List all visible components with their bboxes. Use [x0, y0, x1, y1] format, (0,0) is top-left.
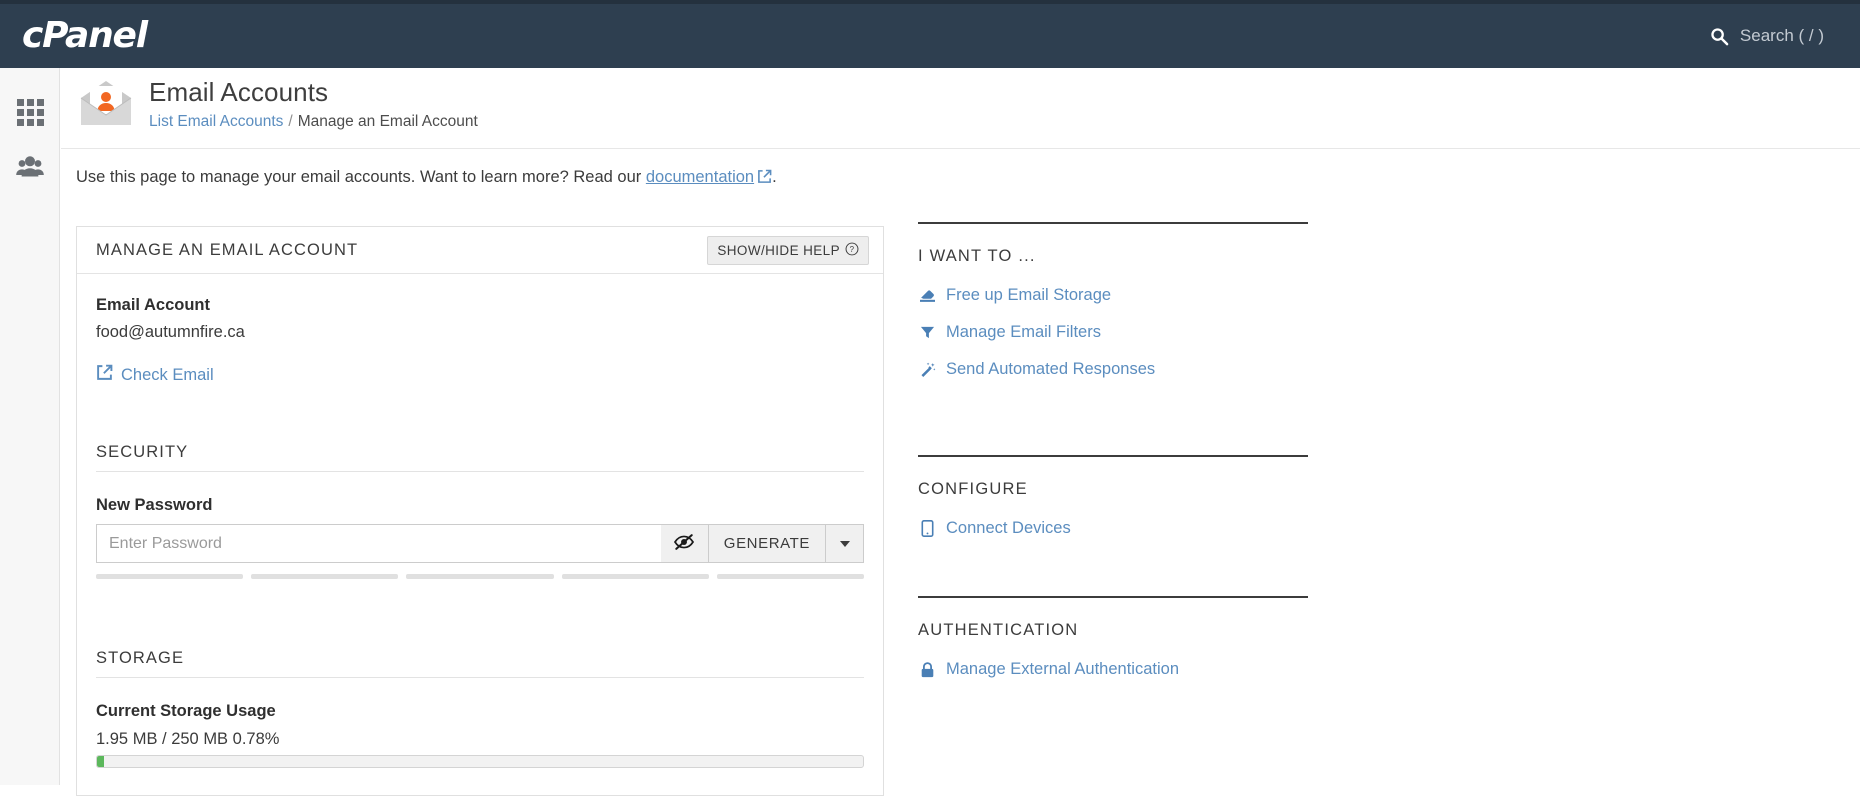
password-input-group: GENERATE — [96, 524, 864, 563]
chevron-down-icon — [839, 540, 850, 547]
strength-segment — [96, 574, 244, 579]
configure-title: CONFIGURE — [918, 480, 1028, 498]
intro-text-after: . — [772, 168, 777, 186]
breadcrumb-current: Manage an Email Account — [297, 112, 478, 130]
left-sidebar — [0, 68, 60, 785]
link-label: Send Automated Responses — [946, 360, 1156, 378]
authentication-block: AUTHENTICATION Manage External Authentic… — [918, 596, 1308, 679]
manage-external-authentication-link[interactable]: Manage External Authentication — [918, 660, 1308, 679]
mobile-device-icon — [918, 520, 936, 537]
intro-text: Use this page to manage your email accou… — [76, 168, 777, 189]
breadcrumb-link-list-email-accounts[interactable]: List Email Accounts — [149, 113, 283, 130]
search-placeholder-text: Search ( / ) — [1739, 26, 1824, 45]
magic-wand-icon — [918, 362, 936, 378]
page-title: Email Accounts — [149, 77, 329, 107]
grid-apps-icon — [16, 99, 44, 126]
connect-devices-link[interactable]: Connect Devices — [918, 519, 1308, 538]
external-link-icon — [96, 364, 113, 386]
divider — [918, 455, 1308, 457]
security-section: SECURITY New Password GENERATE — [96, 443, 865, 579]
top-navbar: cPanel Search ( / ) — [0, 0, 1860, 68]
intro-text-before: Use this page to manage your email accou… — [76, 168, 646, 186]
card-header: MANAGE AN EMAIL ACCOUNT SHOW/HIDE HELP ? — [77, 227, 883, 274]
security-section-title: SECURITY — [96, 443, 864, 472]
email-account-label: Email Account — [96, 296, 210, 314]
eraser-icon — [918, 288, 936, 303]
strength-segment — [716, 574, 865, 579]
card-title: MANAGE AN EMAIL ACCOUNT — [96, 240, 359, 259]
strength-segment — [561, 574, 709, 579]
external-link-icon[interactable] — [757, 169, 772, 189]
breadcrumb: List Email Accounts / Manage an Email Acco… — [149, 113, 478, 131]
configure-block: CONFIGURE Connect Devices — [918, 455, 1308, 538]
current-storage-usage-value: 1.95 MB / 250 MB 0.78% — [96, 730, 280, 748]
new-password-label: New Password — [96, 496, 213, 514]
divider — [918, 222, 1308, 224]
show-hide-help-label: SHOW/HIDE HELP — [717, 242, 840, 258]
generate-options-dropdown-button[interactable] — [826, 524, 864, 563]
question-circle-icon: ? — [845, 242, 859, 259]
cpanel-logo[interactable]: cPanel — [22, 18, 148, 54]
page-header: Email Accounts List Email Accounts / Manag… — [61, 68, 1860, 149]
storage-section: STORAGE Current Storage Usage 1.95 MB / … — [96, 649, 864, 768]
link-label: Manage External Authentication — [946, 660, 1179, 678]
filter-funnel-icon — [918, 325, 936, 340]
lock-icon — [918, 661, 936, 678]
check-email-link[interactable]: Check Email — [96, 364, 214, 386]
show-hide-help-button[interactable]: SHOW/HIDE HELP ? — [707, 235, 869, 265]
storage-progress-fill — [97, 756, 104, 767]
password-strength-meter — [96, 574, 865, 579]
generate-button-label: GENERATE — [723, 535, 810, 552]
manage-email-filters-link[interactable]: Manage Email Filters — [918, 323, 1308, 342]
strength-segment — [406, 574, 554, 579]
right-sidebar: I WANT TO ... Free up Email Storage Mana… — [918, 222, 1308, 697]
check-email-label: Check Email — [121, 365, 214, 384]
link-label: Free up Email Storage — [946, 286, 1112, 304]
new-password-input[interactable] — [96, 524, 661, 563]
card-body: Email Account food@autumnfire.ca Check E… — [77, 274, 883, 768]
sidebar-item-user-manager[interactable] — [0, 141, 60, 198]
send-automated-responses-link[interactable]: Send Automated Responses — [918, 360, 1308, 379]
divider — [918, 596, 1308, 598]
documentation-link[interactable]: documentation — [646, 168, 754, 186]
link-label: Connect Devices — [946, 519, 1071, 537]
breadcrumb-separator: / — [288, 112, 293, 130]
link-label: Manage Email Filters — [946, 323, 1101, 341]
svg-text:?: ? — [850, 245, 855, 254]
manage-email-account-card: MANAGE AN EMAIL ACCOUNT SHOW/HIDE HELP ?… — [76, 226, 884, 796]
authentication-title: AUTHENTICATION — [918, 621, 1079, 639]
storage-section-title: STORAGE — [96, 649, 864, 678]
generate-password-button[interactable]: GENERATE — [708, 524, 826, 563]
storage-progress-bar — [96, 755, 864, 768]
toggle-password-visibility-button[interactable] — [660, 524, 709, 563]
eye-slash-icon — [673, 533, 695, 555]
free-up-email-storage-link[interactable]: Free up Email Storage — [918, 286, 1308, 305]
email-account-value: food@autumnfire.ca — [96, 323, 245, 341]
search-box[interactable]: Search ( / ) — [1710, 26, 1824, 46]
i-want-to-title: I WANT TO ... — [918, 247, 1036, 265]
users-group-icon — [15, 155, 45, 184]
i-want-to-block: I WANT TO ... Free up Email Storage Mana… — [918, 222, 1308, 379]
current-storage-usage-label: Current Storage Usage — [96, 702, 276, 720]
email-accounts-envelope-icon — [77, 78, 135, 135]
strength-segment — [251, 574, 399, 579]
search-icon — [1710, 27, 1729, 46]
sidebar-item-tools[interactable] — [0, 84, 60, 141]
